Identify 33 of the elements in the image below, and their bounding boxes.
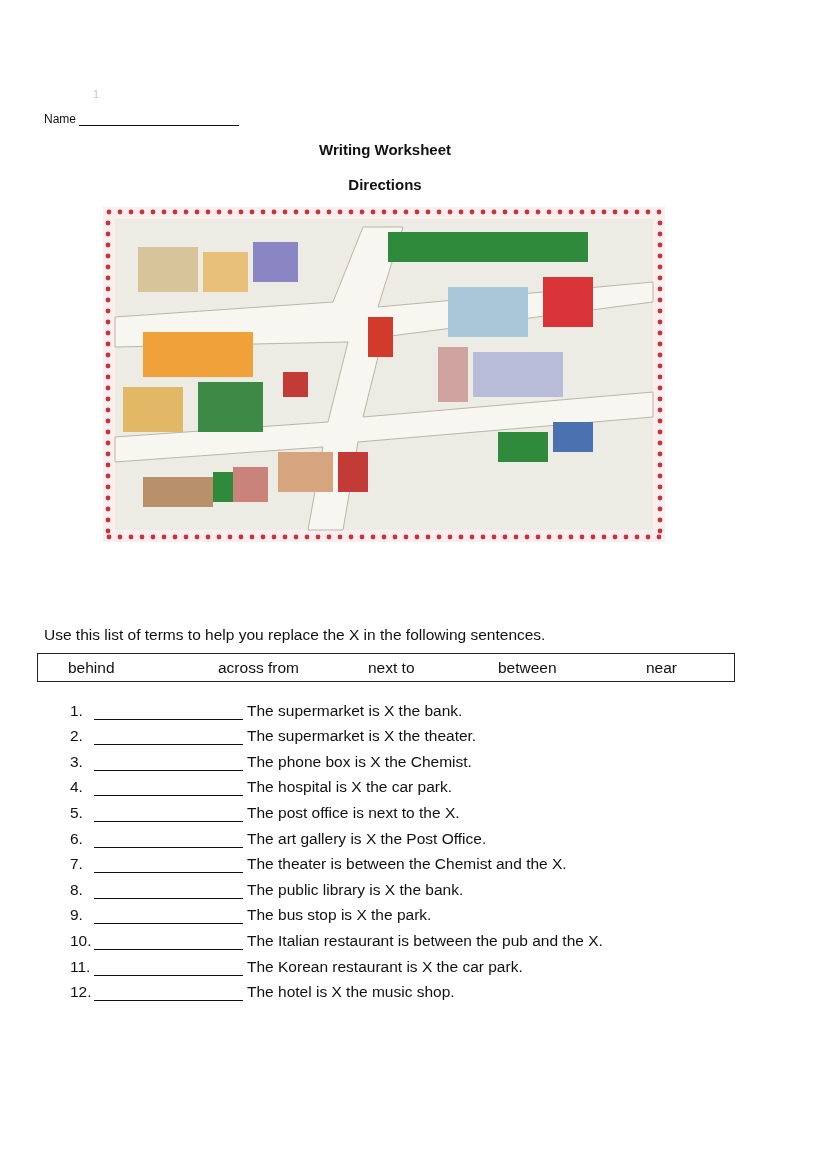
question-number: 8. bbox=[70, 880, 84, 899]
name-label: Name bbox=[44, 112, 76, 126]
question-number: 1. bbox=[70, 701, 84, 720]
question-sentence: The hotel is X the music shop. bbox=[247, 983, 455, 1002]
question-sentence: The supermarket is X the bank. bbox=[247, 701, 463, 720]
question-number: 3. bbox=[70, 752, 84, 771]
question-number: 9. bbox=[70, 906, 84, 925]
question-number: 4. bbox=[70, 778, 84, 797]
question-sentence: The post office is next to the X. bbox=[247, 803, 460, 822]
question-number: 7. bbox=[70, 855, 84, 874]
question-sentence: The theater is between the Chemist and the X. bbox=[247, 855, 567, 874]
question-sentence: The phone box is X the Chemist. bbox=[247, 752, 472, 771]
question-sentence: The art gallery is X the Post Office. bbox=[247, 829, 487, 848]
word-bank-term: across from bbox=[218, 658, 300, 677]
question-sentence: The supermarket is X the theater. bbox=[247, 727, 477, 746]
question-sentence: The bus stop is X the park. bbox=[247, 906, 432, 925]
question-number: 12. bbox=[70, 983, 93, 1002]
question-number: 10. bbox=[70, 931, 93, 950]
instruction-text: Use this list of terms to help you replace the X in the following sentences. bbox=[44, 626, 547, 644]
word-bank-term: near bbox=[646, 658, 679, 677]
question-sentence: The hospital is X the car park. bbox=[247, 778, 453, 797]
question-sentence: The Italian restaurant is between the pub and the X. bbox=[247, 931, 603, 950]
word-bank-term: next to bbox=[368, 658, 416, 677]
question-sentence: The public library is X the bank. bbox=[247, 880, 464, 899]
question-number: 5. bbox=[70, 803, 84, 822]
section-heading: Directions bbox=[347, 176, 423, 193]
question-number: 2. bbox=[70, 727, 84, 746]
question-number: 11. bbox=[70, 957, 92, 976]
question-sentence: The Korean restaurant is X the car park. bbox=[247, 957, 523, 976]
worksheet-title: Writing Worksheet bbox=[318, 141, 452, 158]
word-bank-term: between bbox=[498, 658, 558, 677]
question-number: 6. bbox=[70, 829, 84, 848]
word-bank-term: behind bbox=[68, 658, 116, 677]
